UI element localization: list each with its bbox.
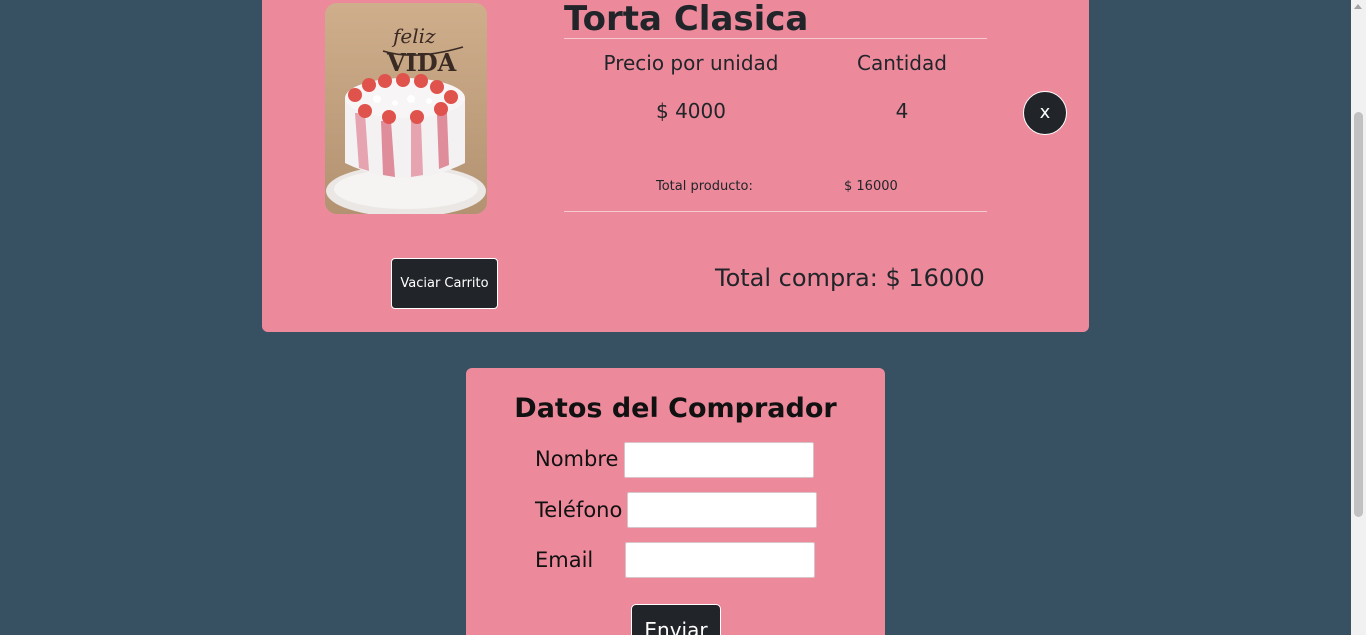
clear-cart-button[interactable]: Vaciar Carrito [391, 258, 498, 309]
phone-label: Teléfono [535, 498, 623, 522]
topper-text-feliz: feliz [391, 24, 436, 48]
cake-photo-icon: feliz VIDA [325, 3, 487, 214]
product-total-label: Total producto: [656, 179, 753, 194]
scroll-thumb[interactable] [1354, 112, 1363, 517]
name-label: Nombre [535, 447, 619, 471]
vertical-scrollbar[interactable] [1351, 0, 1366, 635]
product-total-value: $ 16000 [844, 179, 898, 194]
scroll-up-arrow-icon[interactable] [1354, 4, 1362, 9]
cart-card: feliz VIDA Torta Clasica Precio por unid… [262, 0, 1089, 332]
buyer-form-card: Datos del Comprador Nombre Teléfono Emai… [466, 368, 885, 635]
remove-item-button[interactable]: x [1023, 91, 1067, 135]
quantity-value: 4 [895, 99, 909, 123]
phone-input[interactable] [627, 492, 817, 528]
price-header: Precio por unidad [603, 51, 779, 75]
email-label: Email [535, 548, 594, 572]
name-input[interactable] [624, 442, 814, 478]
topper-text-vida: VIDA [386, 48, 457, 77]
unit-price: $ 4000 [656, 99, 726, 123]
send-button[interactable]: Enviar [631, 604, 721, 635]
page: feliz VIDA Torta Clasica Precio por unid… [0, 0, 1366, 635]
product-title: Torta Clasica [564, 0, 987, 39]
product-divider [564, 211, 987, 212]
buyer-form-title: Datos del Comprador [514, 393, 837, 424]
quantity-header: Cantidad [857, 51, 947, 75]
email-input[interactable] [625, 542, 815, 578]
product-image: feliz VIDA [325, 3, 487, 214]
purchase-total: Total compra: $ 16000 [715, 264, 985, 292]
